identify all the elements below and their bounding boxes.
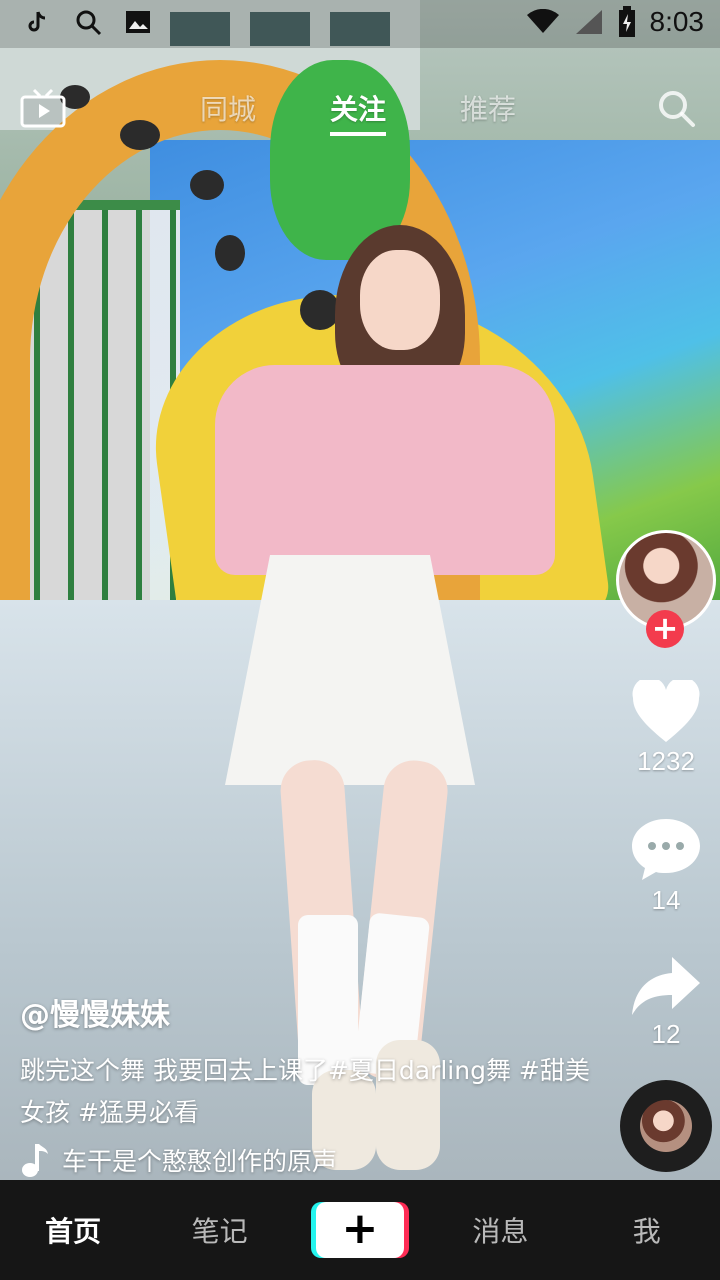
bottom-nav: 首页 笔记 + 消息 我 (0, 1180, 720, 1280)
music-note-icon (22, 1144, 48, 1177)
status-bar: 8:03 (0, 0, 720, 48)
plus-icon: + (315, 1202, 404, 1258)
comment-count: 14 (651, 885, 681, 915)
nav-home[interactable]: 首页 (18, 1210, 128, 1250)
comment-icon (632, 819, 700, 880)
comment-button[interactable]: 14 (616, 815, 716, 916)
share-button[interactable]: 12 (616, 955, 716, 1050)
video-description[interactable]: 跳完这个舞 我要回去上课了#夏日darling舞 #甜美女孩 #猛男必看 (20, 1050, 590, 1134)
tiktok-icon (28, 11, 46, 32)
share-count: 12 (651, 1019, 681, 1049)
tab-following[interactable]: 关注 (330, 88, 387, 136)
like-button[interactable]: 1232 (616, 680, 716, 777)
image-icon (126, 11, 150, 33)
search-icon[interactable] (656, 88, 696, 128)
music-title: 车干是个憨憨创作的原声 (62, 1147, 338, 1176)
nav-me[interactable]: 我 (592, 1210, 702, 1250)
music-disc[interactable] (620, 1080, 712, 1172)
nav-messages[interactable]: 消息 (445, 1210, 555, 1250)
tab-recommended[interactable]: 推荐 (460, 88, 516, 136)
tab-local[interactable]: 同城 (200, 88, 256, 136)
video-caption: @慢慢妹妹 跳完这个舞 我要回去上课了#夏日darling舞 #甜美女孩 #猛男… (20, 990, 590, 1178)
top-nav: 同城 关注 推荐 (0, 78, 720, 138)
wifi-icon (526, 9, 559, 33)
nav-notes[interactable]: 笔记 (165, 1210, 275, 1250)
battery-icon (618, 6, 635, 37)
follow-button[interactable]: + (646, 610, 684, 648)
heart-icon (632, 680, 700, 742)
signal-icon (575, 10, 602, 34)
create-button[interactable]: + (310, 1202, 409, 1258)
tv-icon[interactable] (20, 88, 66, 128)
share-icon (632, 957, 700, 1015)
music-info[interactable]: 车干是个憨憨创作的原声 (20, 1142, 590, 1178)
search-icon (76, 10, 102, 36)
music-disc-cover (640, 1100, 692, 1152)
status-time: 8:03 (649, 6, 705, 37)
author-name[interactable]: @慢慢妹妹 (20, 990, 590, 1034)
like-count: 1232 (637, 746, 695, 776)
